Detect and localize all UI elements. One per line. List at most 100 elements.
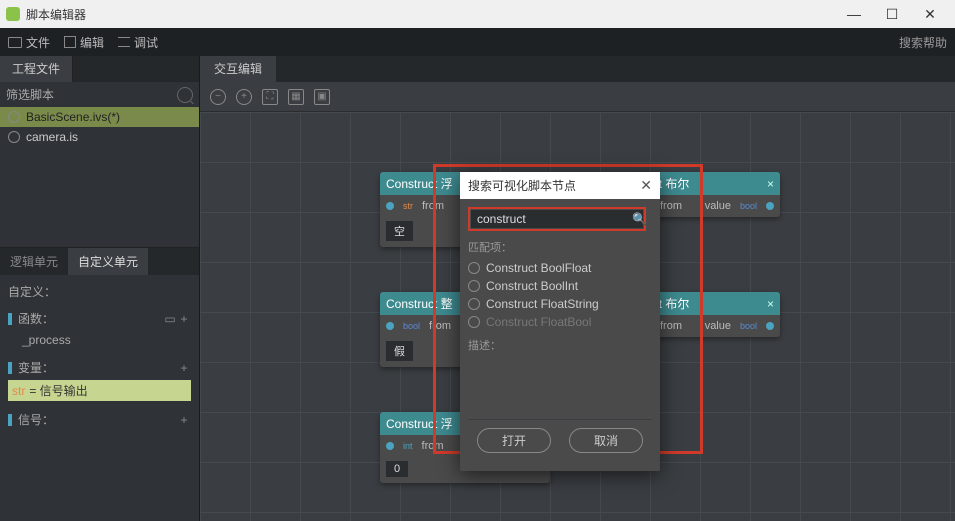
match-list: Construct BoolFloat Construct BoolInt Co… <box>468 259 652 331</box>
from-label: from <box>660 320 682 332</box>
from-label: from <box>422 200 444 212</box>
file-item[interactable]: BasicScene.ivs(*) <box>0 107 199 127</box>
node-title: Construct 浮 <box>386 415 453 432</box>
match-text: Construct FloatBool <box>486 315 591 329</box>
section-signals-label: 信号： <box>18 411 54 428</box>
menu-file[interactable]: 文件 <box>8 34 50 51</box>
menu-edit[interactable]: 编辑 <box>64 34 104 51</box>
fit-button[interactable]: ⛶ <box>262 89 278 105</box>
match-item[interactable]: Construct FloatString <box>468 295 652 313</box>
window-close-button[interactable]: ✕ <box>911 0 949 28</box>
node-in-port[interactable] <box>386 322 394 330</box>
file-item[interactable]: camera.is <box>0 127 199 147</box>
menu-edit-label: 编辑 <box>80 34 104 51</box>
section-variables-label: 变量： <box>18 359 54 376</box>
section-bar-icon <box>8 414 12 426</box>
menu-debug-label: 调试 <box>134 34 158 51</box>
node-value[interactable]: 空 <box>386 221 413 241</box>
variable-text: = 信号输出 <box>29 382 87 399</box>
file-name: BasicScene.ivs(*) <box>26 110 120 124</box>
cancel-button[interactable]: 取消 <box>569 428 643 453</box>
canvas-toolbar: − + ⛶ ▦ ▣ <box>200 82 955 112</box>
type-tag-str: str <box>12 384 25 398</box>
menu-help[interactable]: 搜索帮助 <box>899 34 947 51</box>
menu-bar: 文件 编辑 调试 搜索帮助 <box>0 28 955 56</box>
graph-node[interactable]: uct 布尔× from value bool <box>640 292 780 337</box>
clipboard-icon[interactable]: ▭ <box>163 312 177 326</box>
type-tag: int <box>400 441 416 451</box>
section-functions-label: 函数： <box>18 310 54 327</box>
sidebar-tabs: 工程文件 <box>0 56 199 82</box>
dialog-close-icon[interactable]: ✕ <box>640 177 652 194</box>
match-text: Construct BoolFloat <box>486 261 591 275</box>
graph-canvas[interactable]: Construct 浮 × str from 空 uct 布尔× from val… <box>200 112 955 521</box>
section-variables[interactable]: 变量： + <box>8 359 191 376</box>
add-function-button[interactable]: + <box>177 312 191 326</box>
gear-icon <box>468 298 480 310</box>
search-dialog: 搜索可视化脚本节点 ✕ 🔍 匹配项： Construct BoolFloat C… <box>460 172 660 471</box>
window-minimize-button[interactable]: — <box>835 0 873 28</box>
type-tag: bool <box>400 321 423 331</box>
match-item[interactable]: Construct BoolInt <box>468 277 652 295</box>
search-icon[interactable] <box>177 87 193 103</box>
window-title: 脚本编辑器 <box>26 6 835 23</box>
app-logo-icon <box>6 7 20 21</box>
open-button[interactable]: 打开 <box>477 428 551 453</box>
node-out-port[interactable] <box>766 202 774 210</box>
section-signals[interactable]: 信号： + <box>8 411 191 428</box>
type-tag: str <box>400 201 416 211</box>
add-variable-button[interactable]: + <box>177 361 191 375</box>
node-title: Construct 整 <box>386 295 453 312</box>
type-tag: bool <box>737 321 760 331</box>
section-bar-icon <box>8 313 12 325</box>
grid-small-button[interactable]: ▦ <box>288 89 304 105</box>
node-title: Construct 浮 <box>386 175 453 192</box>
canvas-tabs: 交互编辑 <box>200 56 955 82</box>
sliders-icon <box>118 37 130 47</box>
node-close-icon[interactable]: × <box>767 297 774 311</box>
canvas-tab[interactable]: 交互编辑 <box>200 56 276 82</box>
crop-icon <box>64 36 76 48</box>
node-in-port[interactable] <box>386 442 394 450</box>
file-name: camera.is <box>26 130 78 144</box>
variable-item[interactable]: str = 信号输出 <box>8 380 191 401</box>
script-filter-label: 筛选脚本 <box>6 86 177 103</box>
search-highlight-box: 🔍 <box>468 207 646 231</box>
function-item[interactable]: _process <box>8 331 191 349</box>
zoom-out-button[interactable]: − <box>210 89 226 105</box>
desc-label: 描述： <box>468 337 652 353</box>
grid-large-button[interactable]: ▣ <box>314 89 330 105</box>
node-close-icon[interactable]: × <box>767 177 774 191</box>
gear-icon <box>8 131 20 143</box>
custom-panel: 自定义： 函数： ▭ + _process 变量： <box>0 275 199 440</box>
zoom-in-button[interactable]: + <box>236 89 252 105</box>
from-label: from <box>429 320 451 332</box>
subtab-custom[interactable]: 自定义单元 <box>68 248 148 275</box>
window-maximize-button[interactable]: ☐ <box>873 0 911 28</box>
folder-icon <box>8 37 22 48</box>
search-input[interactable] <box>477 212 632 226</box>
section-functions[interactable]: 函数： ▭ + <box>8 310 191 327</box>
tab-project-files[interactable]: 工程文件 <box>0 56 73 82</box>
desc-area <box>468 357 652 413</box>
match-text: Construct FloatString <box>486 297 599 311</box>
type-tag: bool <box>737 201 760 211</box>
dialog-title: 搜索可视化脚本节点 <box>468 177 576 194</box>
canvas-area: 交互编辑 − + ⛶ ▦ ▣ Construct 浮× str from 空 u <box>200 56 955 521</box>
node-in-port[interactable] <box>386 202 394 210</box>
script-filter-row: 筛选脚本 <box>0 82 199 107</box>
custom-label: 自定义： <box>8 283 191 300</box>
add-signal-button[interactable]: + <box>177 413 191 427</box>
match-item[interactable]: Construct FloatBool <box>468 313 652 331</box>
node-value[interactable]: 0 <box>386 461 408 477</box>
dialog-header[interactable]: 搜索可视化脚本节点 ✕ <box>460 172 660 199</box>
graph-node[interactable]: uct 布尔× from value bool <box>640 172 780 217</box>
from-label: from <box>660 200 682 212</box>
menu-file-label: 文件 <box>26 34 50 51</box>
match-item[interactable]: Construct BoolFloat <box>468 259 652 277</box>
node-out-port[interactable] <box>766 322 774 330</box>
search-icon[interactable]: 🔍 <box>632 212 647 226</box>
subtab-logic[interactable]: 逻辑单元 <box>0 248 68 275</box>
menu-debug[interactable]: 调试 <box>118 34 158 51</box>
node-value[interactable]: 假 <box>386 341 413 361</box>
